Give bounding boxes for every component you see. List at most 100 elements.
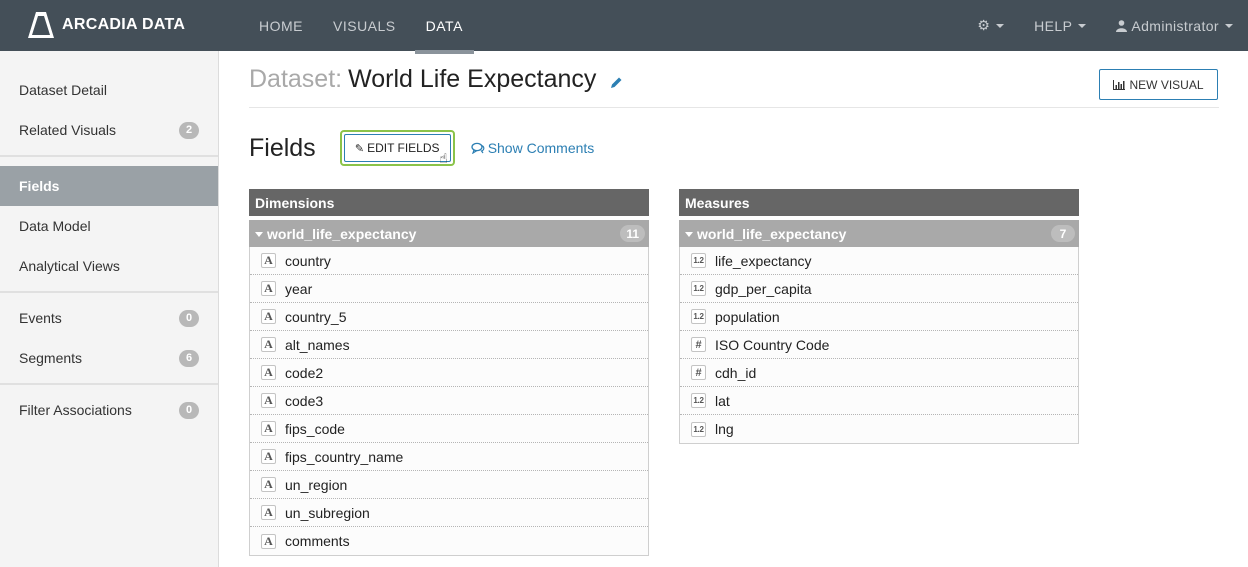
- text-type-icon: A: [261, 253, 276, 268]
- field-row[interactable]: Acountry: [250, 247, 648, 275]
- nav-data[interactable]: DATA: [414, 0, 475, 54]
- field-name: year: [285, 280, 313, 297]
- hand-cursor-icon: ☝: [439, 150, 448, 166]
- field-row[interactable]: Acode2: [250, 359, 648, 387]
- sidebar-item-events[interactable]: Events 0: [0, 298, 218, 338]
- sidebar-item-segments[interactable]: Segments 6: [0, 338, 218, 378]
- field-row[interactable]: Aun_region: [250, 471, 648, 499]
- text-type-icon: A: [261, 533, 276, 549]
- field-row[interactable]: # cdh_id: [680, 359, 1078, 387]
- chevron-down-icon: [1225, 23, 1233, 28]
- text-type-icon: A: [261, 449, 276, 464]
- field-name: comments: [285, 533, 350, 549]
- field-name: alt_names: [285, 336, 350, 353]
- caret-down-icon: [255, 232, 263, 238]
- arcadia-logo-icon: [28, 12, 54, 38]
- settings-menu[interactable]: ⚙: [977, 17, 1005, 34]
- dataset-group-toggle[interactable]: world_life_expectancy 7: [679, 220, 1079, 247]
- field-name: gdp_per_capita: [715, 280, 812, 297]
- field-name: cdh_id: [715, 364, 757, 381]
- sidebar-item-label: Filter Associations: [19, 402, 132, 418]
- field-name: lng: [715, 421, 734, 437]
- field-row[interactable]: Acountry_5: [250, 303, 648, 331]
- field-list: Acountry Ayear Acountry_5 Aalt_names Acode2 A…: [249, 247, 649, 556]
- count-badge: 6: [179, 349, 199, 367]
- user-name: Administrator: [1131, 17, 1219, 34]
- sidebar-item-label: Segments: [19, 350, 83, 366]
- brand-logo[interactable]: ARCADIA DATA: [27, 11, 185, 39]
- sidebar-group: Dataset Detail Related Visuals 2: [0, 51, 218, 157]
- field-row[interactable]: 1.2 lat: [680, 387, 1078, 415]
- field-row[interactable]: 1.2 lng: [680, 415, 1078, 443]
- field-row[interactable]: 1.2 population: [680, 303, 1078, 331]
- text-type-icon: A: [261, 281, 276, 296]
- field-row[interactable]: Acode3: [250, 387, 648, 415]
- sidebar-item-analytical-views[interactable]: Analytical Views: [0, 246, 218, 286]
- field-row[interactable]: 1.2 gdp_per_capita: [680, 275, 1078, 303]
- sidebar-item-label: Fields: [19, 178, 60, 194]
- user-menu[interactable]: Administrator: [1116, 18, 1233, 34]
- main-content: Dataset: World Life Expectancy NEW VISUA…: [249, 51, 1219, 556]
- field-name: life_expectancy: [715, 252, 812, 269]
- sidebar-group: Filter Associations 0: [0, 385, 218, 439]
- sidebar-item-fields[interactable]: Fields: [0, 166, 218, 206]
- field-name: country: [285, 252, 331, 269]
- dataset-group-toggle[interactable]: world_life_expectancy 11: [249, 220, 649, 247]
- section-title: Fields: [249, 133, 316, 162]
- main-nav: HOME VISUALS DATA: [248, 0, 475, 54]
- sidebar-item-label: Related Visuals: [19, 122, 117, 138]
- new-visual-button[interactable]: NEW VISUAL: [1099, 69, 1218, 100]
- comments-icon: [471, 142, 485, 154]
- field-row[interactable]: # ISO Country Code: [680, 331, 1078, 359]
- show-comments-label: Show Comments: [487, 140, 595, 156]
- help-menu[interactable]: HELP: [1034, 18, 1087, 34]
- field-list: 1.2 life_expectancy 1.2 gdp_per_capita 1.2 po…: [679, 247, 1079, 444]
- sidebar-item-data-model[interactable]: Data Model: [0, 206, 218, 246]
- field-row[interactable]: 1.2 life_expectancy: [680, 247, 1078, 275]
- brand-name: ARCADIA DATA: [62, 16, 186, 33]
- caret-down-icon: [685, 232, 693, 238]
- sidebar-group: Fields Data Model Analytical Views: [0, 157, 218, 293]
- field-row[interactable]: Aalt_names: [250, 331, 648, 359]
- count-badge: 0: [179, 401, 199, 419]
- field-row[interactable]: Acomments: [250, 527, 648, 555]
- text-type-icon: A: [261, 393, 276, 408]
- sidebar-item-label: Analytical Views: [19, 258, 120, 274]
- sidebar-item-related-visuals[interactable]: Related Visuals 2: [0, 110, 218, 150]
- group-name: world_life_expectancy: [267, 225, 417, 242]
- chevron-down-icon: [1078, 23, 1087, 28]
- edit-fields-label: EDIT FIELDS: [367, 141, 440, 155]
- text-type-icon: A: [261, 477, 276, 492]
- sidebar-item-filter-associations[interactable]: Filter Associations 0: [0, 390, 218, 430]
- field-row[interactable]: Afips_country_name: [250, 443, 648, 471]
- page-header: Dataset: World Life Expectancy NEW VISUA…: [249, 51, 1219, 108]
- sidebar-item-label: Dataset Detail: [19, 82, 107, 98]
- field-name: un_region: [285, 476, 348, 493]
- text-type-icon: A: [261, 309, 276, 324]
- field-row[interactable]: Afips_code: [250, 415, 648, 443]
- edit-fields-button[interactable]: ✎ EDIT FIELDS ☝: [343, 134, 451, 166]
- field-name: population: [715, 308, 780, 325]
- nav-home[interactable]: HOME: [248, 0, 314, 51]
- group-name: world_life_expectancy: [697, 225, 847, 242]
- field-name: fips_country_name: [285, 448, 404, 465]
- integer-type-icon: #: [691, 337, 706, 352]
- pencil-icon: ✎: [354, 142, 365, 155]
- sidebar-item-label: Events: [19, 310, 62, 326]
- field-name: ISO Country Code: [715, 336, 830, 353]
- count-badge: 7: [1051, 225, 1075, 242]
- count-badge: 11: [620, 225, 645, 242]
- count-badge: 2: [179, 121, 199, 139]
- nav-visuals[interactable]: VISUALS: [322, 0, 407, 51]
- field-row[interactable]: Ayear: [250, 275, 648, 303]
- decimal-type-icon: 1.2: [691, 421, 706, 437]
- user-icon: [1116, 19, 1128, 32]
- decimal-type-icon: 1.2: [691, 393, 706, 408]
- pencil-icon[interactable]: [610, 76, 623, 89]
- field-row[interactable]: Aun_subregion: [250, 499, 648, 527]
- integer-type-icon: #: [691, 365, 706, 380]
- show-comments-link[interactable]: Show Comments: [471, 140, 595, 156]
- gear-icon: ⚙: [977, 17, 991, 33]
- sidebar-item-dataset-detail[interactable]: Dataset Detail: [0, 70, 218, 110]
- panel-header: Measures: [679, 189, 1079, 216]
